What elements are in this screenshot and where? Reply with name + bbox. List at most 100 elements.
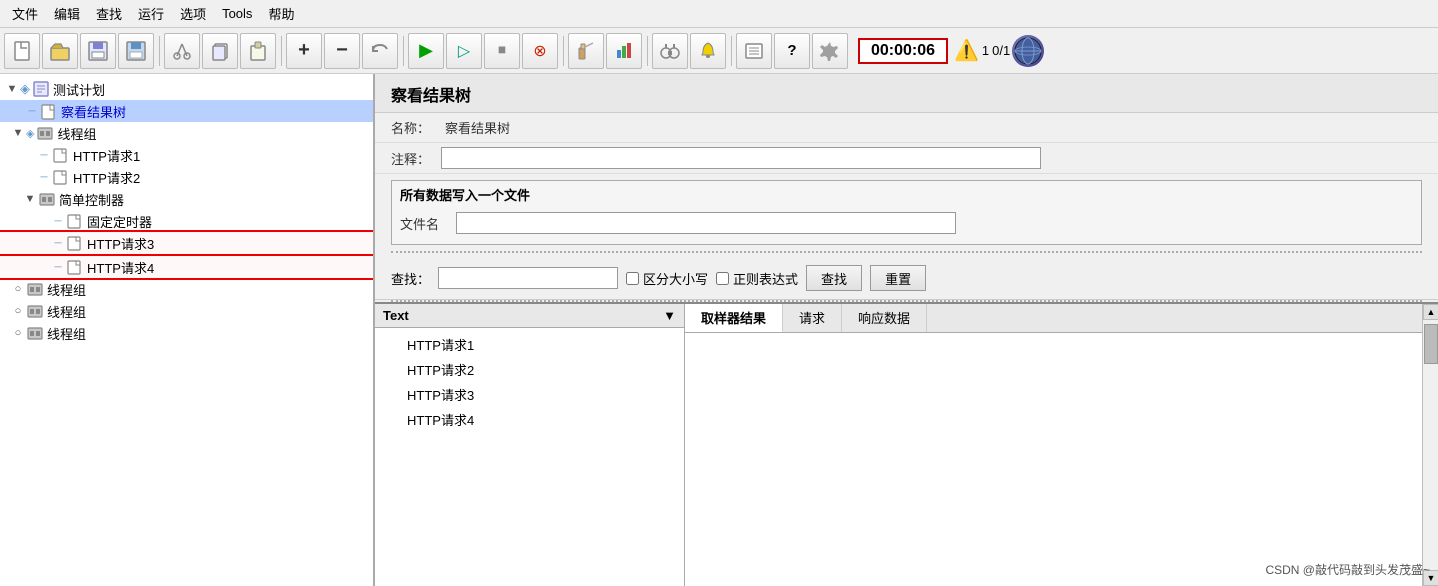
text-list-items: HTTP请求1 HTTP请求2 HTTP请求3 HTTP请求4 xyxy=(375,328,684,586)
menu-file[interactable]: 文件 xyxy=(4,2,46,25)
run-from-button[interactable]: ▷ xyxy=(446,33,482,69)
bottom-panel: Text ▼ HTTP请求1 HTTP请求2 HTTP请求3 HTTP请求4 取… xyxy=(375,304,1438,586)
bell-button[interactable] xyxy=(690,33,726,69)
filename-row: 文件名 xyxy=(400,208,1413,238)
list-item-3[interactable]: HTTP请求4 xyxy=(375,407,684,432)
controller-icon xyxy=(38,190,56,208)
list-item-2[interactable]: HTTP请求3 xyxy=(375,382,684,407)
connector-vrt: ─ xyxy=(24,106,40,117)
scroll-thumb[interactable] xyxy=(1424,324,1438,364)
undo-button[interactable] xyxy=(362,33,398,69)
paste-button[interactable] xyxy=(240,33,276,69)
new-button[interactable] xyxy=(4,33,40,69)
thread-group-icon-4 xyxy=(26,324,44,342)
http-icon-4 xyxy=(66,258,84,276)
open-button[interactable] xyxy=(42,33,78,69)
tree-label-tg4: 线程组 xyxy=(47,324,86,343)
tab-sampler-result[interactable]: 取样器结果 xyxy=(685,304,783,332)
menu-find[interactable]: 查找 xyxy=(88,2,130,25)
separator-1 xyxy=(156,33,162,69)
tree-item-view-result[interactable]: ─ 察看结果树 xyxy=(0,100,373,122)
text-list-panel: Text ▼ HTTP请求1 HTTP请求2 HTTP请求3 HTTP请求4 xyxy=(375,304,685,586)
name-label: 名称： xyxy=(391,118,441,137)
regex-checkbox[interactable] xyxy=(716,272,729,285)
add-node-button[interactable]: + xyxy=(286,33,322,69)
menu-help[interactable]: 帮助 xyxy=(260,2,302,25)
cut-button[interactable] xyxy=(164,33,200,69)
case-sensitive-group: 区分大小写 xyxy=(626,269,708,288)
tree-label-http2: HTTP请求2 xyxy=(73,168,140,187)
comment-input[interactable] xyxy=(441,147,1041,169)
tree-item-thread-group-4[interactable]: ○ 线程组 xyxy=(0,322,373,344)
clear-button[interactable] xyxy=(568,33,604,69)
tree-item-http2[interactable]: ─ HTTP请求2 xyxy=(0,166,373,188)
comment-label: 注释： xyxy=(391,149,441,168)
save-button[interactable] xyxy=(118,33,154,69)
tree-item-test-plan[interactable]: ▼ ◈ 测试计划 xyxy=(0,78,373,100)
find-button[interactable]: 查找 xyxy=(806,265,862,291)
connector-h1: ─ xyxy=(36,150,52,161)
data-tabs: 取样器结果 请求 响应数据 xyxy=(685,304,1422,333)
save-template-button[interactable] xyxy=(80,33,116,69)
tree-item-http1[interactable]: ─ HTTP请求1 xyxy=(0,144,373,166)
data-content-area xyxy=(685,333,1422,586)
tree-item-simple-ctrl[interactable]: ▼ 简单控制器 xyxy=(0,188,373,210)
timer-display: 00:00:06 xyxy=(858,38,948,64)
tree-label-http4: HTTP请求4 xyxy=(87,258,154,277)
separator-5 xyxy=(644,33,650,69)
expand-tg2: ○ xyxy=(10,283,26,295)
help-button[interactable]: ? xyxy=(774,33,810,69)
right-panel: 察看结果树 名称： 察看结果树 注释： 所有数据写入一个文件 文件名 xyxy=(375,74,1438,586)
separator-dotted-2 xyxy=(391,300,1422,302)
run-button[interactable]: ▶ xyxy=(408,33,444,69)
tree-label-simple-ctrl: 简单控制器 xyxy=(59,190,124,209)
menu-tools[interactable]: Tools xyxy=(214,4,260,23)
search-input[interactable] xyxy=(438,267,618,289)
http-icon-1 xyxy=(52,146,70,164)
menu-edit[interactable]: 编辑 xyxy=(46,2,88,25)
right-scrollbar[interactable]: ▲ ▼ xyxy=(1422,304,1438,586)
scroll-up-button[interactable]: ▲ xyxy=(1423,304,1438,320)
tree-item-http3[interactable]: ─ HTTP请求3 xyxy=(0,232,373,254)
tab-request[interactable]: 请求 xyxy=(783,304,842,332)
reset-button[interactable]: 重置 xyxy=(870,265,926,291)
case-sensitive-checkbox[interactable] xyxy=(626,272,639,285)
list-item-0[interactable]: HTTP请求1 xyxy=(375,332,684,357)
tree-item-thread-group-1[interactable]: ▼ ◈ 线程组 xyxy=(0,122,373,144)
text-list-header: Text ▼ xyxy=(375,304,684,328)
report-button[interactable] xyxy=(606,33,642,69)
settings-button[interactable] xyxy=(812,33,848,69)
http-icon-2 xyxy=(52,168,70,186)
stop-button[interactable]: ⊗ xyxy=(522,33,558,69)
filename-input[interactable] xyxy=(456,212,956,234)
separator-6 xyxy=(728,33,734,69)
binoculars-button[interactable] xyxy=(652,33,688,69)
separator-dotted-1 xyxy=(391,251,1422,253)
watermark: CSDN @敲代码敲到头发茂盛~ xyxy=(1265,561,1430,578)
tree-label-timer: 固定定时器 xyxy=(87,212,152,231)
menu-options[interactable]: 选项 xyxy=(172,2,214,25)
search-bar: 查找： 区分大小写 正则表达式 查找 重置 xyxy=(375,257,1438,300)
listener-icon xyxy=(40,102,58,120)
text-list-title: Text xyxy=(383,308,409,323)
scroll-track[interactable] xyxy=(1423,320,1438,570)
menu-run[interactable]: 运行 xyxy=(130,2,172,25)
list-button[interactable] xyxy=(736,33,772,69)
stop-all-button[interactable]: ⏹ xyxy=(484,33,520,69)
tree-item-thread-group-2[interactable]: ○ 线程组 xyxy=(0,278,373,300)
expand-tg4: ○ xyxy=(10,327,26,339)
tab-response-data[interactable]: 响应数据 xyxy=(842,304,927,332)
tree-item-thread-group-3[interactable]: ○ 线程组 xyxy=(0,300,373,322)
copy-button[interactable] xyxy=(202,33,238,69)
comment-row: 注释： xyxy=(375,143,1438,174)
dropdown-arrow[interactable]: ▼ xyxy=(663,308,676,323)
menubar: 文件 编辑 查找 运行 选项 Tools 帮助 xyxy=(0,0,1438,28)
tree-item-http4[interactable]: ─ HTTP请求4 xyxy=(0,256,373,278)
data-panel: 取样器结果 请求 响应数据 xyxy=(685,304,1422,586)
list-item-1[interactable]: HTTP请求2 xyxy=(375,357,684,382)
separator-2 xyxy=(278,33,284,69)
tree-item-timer[interactable]: ─ 固定定时器 xyxy=(0,210,373,232)
remove-node-button[interactable]: − xyxy=(324,33,360,69)
warning-badge: ⚠️ 1 0/1 xyxy=(954,38,1010,63)
separator-4 xyxy=(560,33,566,69)
